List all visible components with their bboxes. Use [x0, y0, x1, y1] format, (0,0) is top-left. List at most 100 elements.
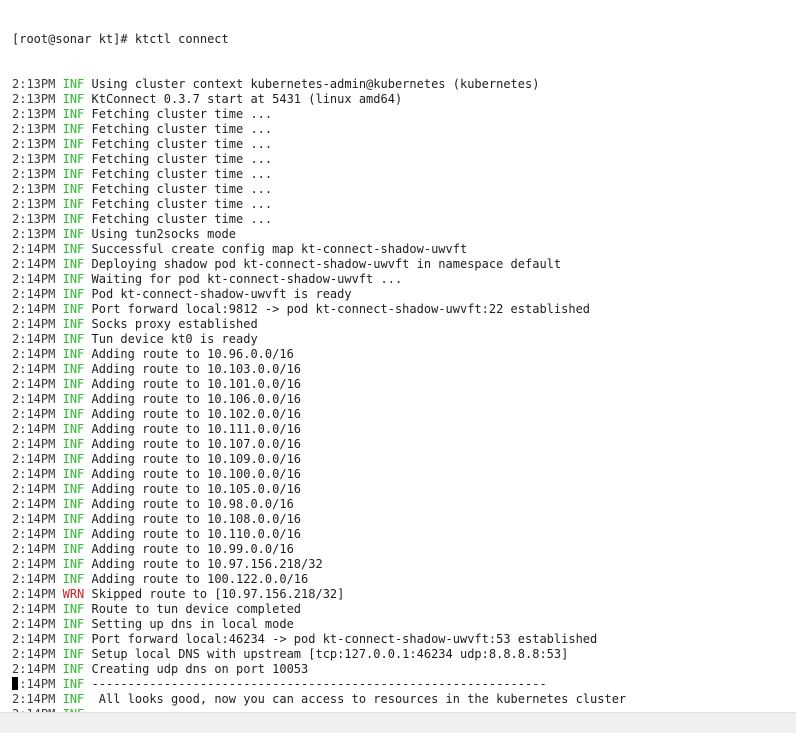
log-level-info: INF — [62, 407, 85, 421]
log-message: Fetching cluster time ... — [91, 197, 273, 211]
log-line: 2:14PM INF Adding route to 10.99.0.0/16 — [12, 542, 626, 557]
log-level-info: INF — [62, 77, 85, 91]
log-time: 2:14PM — [12, 422, 56, 436]
log-message: Adding route to 10.106.0.0/16 — [91, 392, 302, 406]
log-line: 2:13PM INF Fetching cluster time ... — [12, 137, 626, 152]
log-line: 2:13PM INF Fetching cluster time ... — [12, 107, 626, 122]
log-line: 2:13PM INF Using tun2socks mode — [12, 227, 626, 242]
log-level-info: INF — [62, 692, 85, 706]
log-time: 2:14PM — [12, 647, 56, 661]
log-line: 2:14PM INF Adding route to 10.105.0.0/16 — [12, 482, 626, 497]
log-line: 2:13PM INF Fetching cluster time ... — [12, 197, 626, 212]
log-time: 2:14PM — [12, 272, 56, 286]
log-line: 2:14PM INF Port forward local:46234 -> p… — [12, 632, 626, 647]
log-line: 2:14PM INF -----------------------------… — [12, 677, 626, 692]
log-line: 2:13PM INF KtConnect 0.3.7 start at 5431… — [12, 92, 626, 107]
log-time: 2:14PM — [12, 662, 56, 676]
log-level-info: INF — [62, 272, 85, 286]
log-level-info: INF — [62, 197, 85, 211]
log-time: 2:13PM — [12, 77, 56, 91]
log-time: 2:14PM — [12, 257, 56, 271]
log-time: 2:13PM — [12, 212, 56, 226]
log-level-info: INF — [62, 677, 85, 691]
log-line: 2:14PM INF Adding route to 10.97.156.218… — [12, 557, 626, 572]
log-message: Adding route to 10.98.0.0/16 — [91, 497, 294, 511]
log-level-info: INF — [62, 392, 85, 406]
log-message: Adding route to 10.101.0.0/16 — [91, 377, 302, 391]
log-message: Adding route to 10.103.0.0/16 — [91, 362, 302, 376]
log-time: 2:13PM — [12, 167, 56, 181]
log-time: 2:14PM — [12, 542, 56, 556]
log-level-info: INF — [62, 167, 85, 181]
log-level-info: INF — [62, 572, 85, 586]
log-message: Setup local DNS with upstream [tcp:127.0… — [91, 647, 569, 661]
log-line: 2:14PM INF Adding route to 10.98.0.0/16 — [12, 497, 626, 512]
log-line: 2:14PM INF Adding route to 100.122.0.0/1… — [12, 572, 626, 587]
log-message: Creating udp dns on port 10053 — [91, 662, 309, 676]
log-message: Skipped route to [10.97.156.218/32] — [91, 587, 345, 601]
log-level-info: INF — [62, 227, 85, 241]
log-message: Adding route to 10.96.0.0/16 — [91, 347, 294, 361]
log-time: 2:14PM — [12, 317, 56, 331]
log-level-info: INF — [62, 542, 85, 556]
log-message: KtConnect 0.3.7 start at 5431 (linux amd… — [91, 92, 403, 106]
log-line: 2:14PM INF Adding route to 10.100.0.0/16 — [12, 467, 626, 482]
log-line: 2:14PM INF Adding route to 10.108.0.0/16 — [12, 512, 626, 527]
log-line: 2:13PM INF Fetching cluster time ... — [12, 182, 626, 197]
log-line: 2:13PM INF Fetching cluster time ... — [12, 122, 626, 137]
log-level-info: INF — [62, 452, 85, 466]
log-line: 2:14PM INF Adding route to 10.106.0.0/16 — [12, 392, 626, 407]
log-level-info: INF — [62, 422, 85, 436]
log-level-info: INF — [62, 482, 85, 496]
log-time: 2:14PM — [12, 602, 56, 616]
log-level-info: INF — [62, 632, 85, 646]
log-line: 2:14PM INF Creating udp dns on port 1005… — [12, 662, 626, 677]
log-message: Using tun2socks mode — [91, 227, 237, 241]
log-time: 2:13PM — [12, 107, 56, 121]
log-message: Adding route to 10.100.0.0/16 — [91, 467, 302, 481]
log-level-info: INF — [62, 242, 85, 256]
log-time: 2:14PM — [12, 632, 56, 646]
log-line: 2:14PM INF Pod kt-connect-shadow-uwvft i… — [12, 287, 626, 302]
log-message: Waiting for pod kt-connect-shadow-uwvft … — [91, 272, 403, 286]
log-line: 2:13PM INF Fetching cluster time ... — [12, 167, 626, 182]
log-time: 2:14PM — [12, 572, 56, 586]
log-line: 2:13PM INF Fetching cluster time ... — [12, 152, 626, 167]
log-time: 2:14PM — [12, 617, 56, 631]
window-bottom-bar — [0, 712, 796, 733]
log-time: 2:14PM — [12, 497, 56, 511]
log-line: 2:14PM WRN Skipped route to [10.97.156.2… — [12, 587, 626, 602]
log-level-info: INF — [62, 317, 85, 331]
log-message: Using cluster context kubernetes-admin@k… — [91, 77, 540, 91]
terminal-output: [root@sonar kt]# ktctl connect 2:13PM IN… — [12, 2, 626, 712]
log-time: 2:14PM — [12, 242, 56, 256]
log-time: 2:14PM — [12, 512, 56, 526]
log-time: 2:14PM — [12, 482, 56, 496]
log-level-info: INF — [62, 527, 85, 541]
log-time: 2:14PM — [12, 452, 56, 466]
log-level-info: INF — [62, 602, 85, 616]
log-message: Socks proxy established — [91, 317, 258, 331]
log-message: Port forward local:46234 -> pod kt-conne… — [91, 632, 598, 646]
terminal-window[interactable]: [root@sonar kt]# ktctl connect 2:13PM IN… — [0, 0, 796, 712]
log-message: Adding route to 10.107.0.0/16 — [91, 437, 302, 451]
log-message: All looks good, now you can access to re… — [91, 692, 627, 706]
log-time: 2:13PM — [12, 92, 56, 106]
log-message: Adding route to 10.109.0.0/16 — [91, 452, 302, 466]
log-time: 2:13PM — [12, 197, 56, 211]
log-level-info: INF — [62, 512, 85, 526]
log-message: Fetching cluster time ... — [91, 107, 273, 121]
log-level-info: INF — [62, 617, 85, 631]
log-line: 2:14PM INF Port forward local:9812 -> po… — [12, 302, 626, 317]
log-line: 2:14PM INF Adding route to 10.101.0.0/16 — [12, 377, 626, 392]
log-level-info: INF — [62, 662, 85, 676]
log-level-info: INF — [62, 92, 85, 106]
log-level-info: INF — [62, 557, 85, 571]
log-message: Tun device kt0 is ready — [91, 332, 258, 346]
log-time: 2:13PM — [12, 122, 56, 136]
log-message: Adding route to 10.111.0.0/16 — [91, 422, 302, 436]
log-level-info: INF — [62, 302, 85, 316]
log-level-info: INF — [62, 377, 85, 391]
log-line: 2:14PM INF Adding route to 10.111.0.0/16 — [12, 422, 626, 437]
log-time: 2:14PM — [12, 287, 56, 301]
